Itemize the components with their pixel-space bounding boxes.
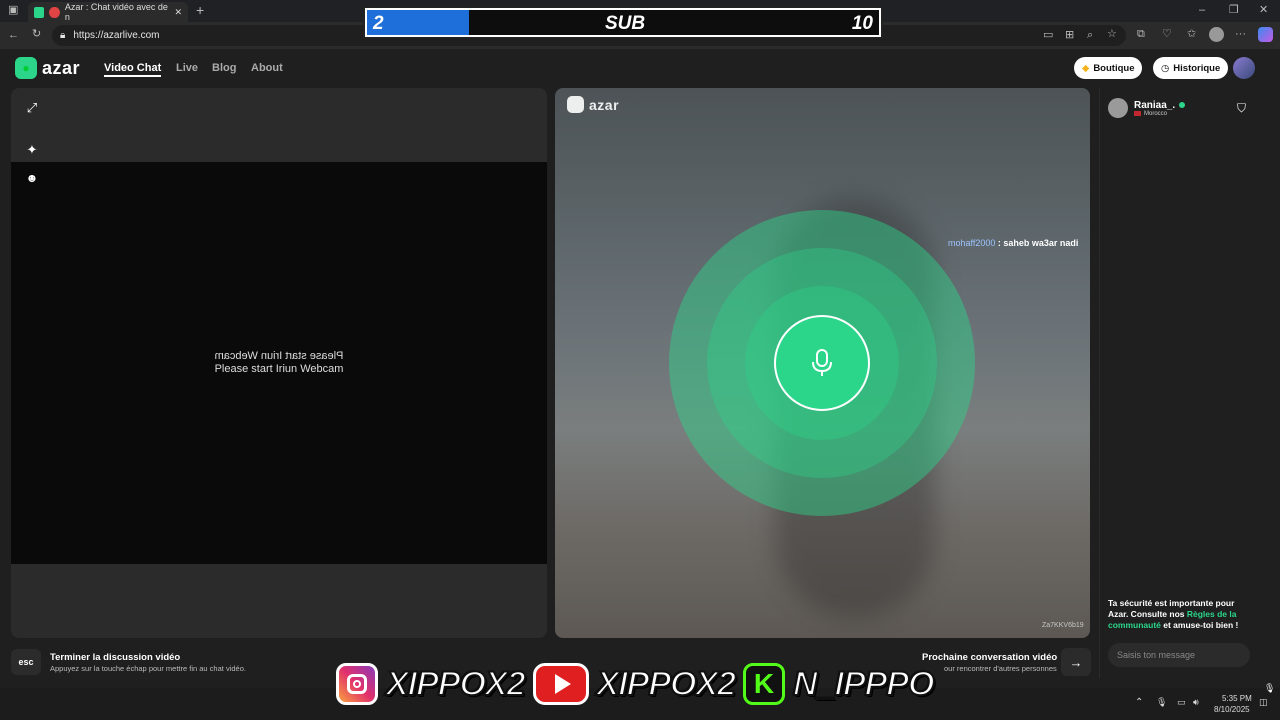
- new-tab-icon[interactable]: +: [196, 3, 204, 17]
- sub-label: SUB: [605, 13, 646, 34]
- close-window-icon[interactable]: ✕: [1259, 5, 1268, 16]
- chat-panel: Raniaa_. Morocco ⛉ Ta sécurité est impor…: [1099, 88, 1259, 678]
- favorite-star-icon[interactable]: ☆: [1107, 29, 1117, 40]
- azar-favicon-icon: [34, 6, 45, 18]
- profile-icon[interactable]: [1209, 27, 1224, 42]
- partner-avatar: [1108, 98, 1128, 118]
- arrow-right-icon: →: [1069, 654, 1083, 670]
- safety-notice: Ta sécurité est importante pour Azar. Co…: [1108, 598, 1254, 631]
- video-chat-message: mohaff2000 : saheb wa3ar nadi: [948, 238, 1078, 248]
- extensions-icon[interactable]: ⧉: [1137, 29, 1145, 40]
- boutique-button[interactable]: ◆ Boutique: [1074, 57, 1143, 79]
- online-status-icon: [1179, 102, 1186, 108]
- logo-text: azar: [42, 57, 81, 78]
- streamer-social-banner: XIPPOX2 XIPPOX2 K N_IPPPO: [336, 660, 935, 708]
- chat-username: mohaff2000: [948, 238, 996, 248]
- boutique-label: Boutique: [1093, 62, 1135, 74]
- azar-logo-icon: ●: [15, 57, 37, 79]
- url-text: https://azarlive.com: [73, 30, 160, 41]
- sub-goal-overlay: 2 SUB 10: [363, 6, 883, 39]
- clock-date: 8/10/2025: [1214, 705, 1250, 714]
- historique-label: Historique: [1173, 62, 1221, 74]
- azar-watermark-icon: [567, 96, 584, 113]
- message-placeholder: Saisis ton message: [1117, 650, 1196, 660]
- gem-icon: ◆: [1082, 62, 1090, 74]
- next-chat-button[interactable]: →: [1061, 648, 1091, 676]
- youtube-handle: XIPPOX2: [596, 664, 738, 704]
- watermark-text: azar: [589, 96, 620, 113]
- instagram-icon: [336, 663, 378, 705]
- sub-current: 2: [373, 13, 384, 34]
- microphone-button[interactable]: [774, 315, 870, 411]
- chat-message-text: : saheb wa3ar nadi: [997, 238, 1079, 248]
- clock-time: 5:35 PM: [1222, 694, 1252, 703]
- tray-mic-icon[interactable]: 🎙︎: [1156, 697, 1167, 708]
- tab-title: Azar : Chat vidéo avec de n: [64, 2, 168, 22]
- partner-video: azar mohaff2000 : saheb wa3ar nadi Za7KK…: [555, 88, 1090, 638]
- youtube-icon: [532, 663, 589, 705]
- browser-essentials-icon[interactable]: ♡: [1162, 29, 1172, 40]
- camera-indicator-icon[interactable]: ▭: [1043, 30, 1053, 41]
- more-menu-icon[interactable]: ···: [1235, 29, 1246, 40]
- nav-about[interactable]: About: [251, 62, 283, 74]
- next-chat-subtitle: our rencontrer d'autres personnes: [944, 664, 1057, 673]
- partner-country: Morocco: [1144, 110, 1168, 117]
- partner-name: Raniaa_.: [1134, 99, 1176, 111]
- refresh-icon[interactable]: ↻: [32, 29, 41, 40]
- webcam-message-mirrored: Please start Iriun Webcam: [214, 350, 344, 362]
- minimize-icon[interactable]: –: [1199, 5, 1205, 16]
- tray-chevron-icon[interactable]: ⌃: [1135, 697, 1143, 708]
- apps-icon[interactable]: ⊞: [1065, 30, 1074, 41]
- nav-blog[interactable]: Blog: [212, 62, 236, 74]
- message-input[interactable]: Saisis ton message: [1108, 643, 1250, 667]
- azar-logo[interactable]: ● azar: [15, 57, 80, 79]
- session-code: Za7KKV6b19: [1042, 622, 1084, 629]
- window-menu-icon[interactable]: ▣: [8, 5, 18, 16]
- next-chat-title: Prochaine conversation vidéo: [922, 652, 1058, 663]
- maximize-icon[interactable]: ❐: [1229, 5, 1239, 16]
- corner-mic-icon: 🎙︎: [1264, 683, 1276, 693]
- expand-icon[interactable]: ⤢: [20, 96, 44, 120]
- esc-key-badge[interactable]: esc: [11, 649, 41, 675]
- zoom-icon[interactable]: ⌕: [1087, 30, 1093, 41]
- clock-icon: ◷: [1161, 62, 1170, 74]
- kick-letter-icon: K: [753, 668, 775, 699]
- end-chat-title: Terminer la discussion vidéo: [50, 652, 181, 663]
- copilot-icon[interactable]: [1258, 27, 1273, 42]
- favorites-icon[interactable]: ✩: [1187, 29, 1196, 40]
- tray-volume-icon[interactable]: 🔊︎: [1193, 697, 1199, 708]
- microphone-icon: [812, 349, 832, 376]
- safety-text-suffix: et amuse-toi bien !: [1160, 620, 1239, 630]
- tray-network-icon[interactable]: ▭: [1177, 697, 1186, 708]
- historique-button[interactable]: ◷ Historique: [1153, 57, 1229, 79]
- face-filter-icon[interactable]: ☻: [20, 166, 44, 190]
- close-tab-icon[interactable]: ✕: [174, 7, 182, 18]
- sub-goal: 10: [851, 13, 873, 34]
- report-shield-icon[interactable]: ⛉: [1237, 101, 1246, 116]
- end-chat-subtitle: Appuyez sur la touche échap pour mettre …: [50, 664, 246, 673]
- nav-video-chat[interactable]: Video Chat: [104, 62, 162, 77]
- partner-profile[interactable]: Raniaa_. Morocco: [1108, 98, 1186, 118]
- instagram-handle: XIPPOX2: [385, 664, 527, 704]
- site-header: ● azar Video Chat Live Blog About ◆ Bout…: [0, 49, 1280, 87]
- kick-handle: N_IPPPO: [792, 664, 935, 704]
- notification-icon[interactable]: ◫: [1259, 697, 1268, 708]
- effects-sparkle-icon[interactable]: ✦: [20, 138, 44, 162]
- recording-icon: [49, 6, 60, 18]
- user-avatar[interactable]: [1233, 57, 1255, 79]
- kick-icon: K: [743, 663, 786, 705]
- webcam-message: Please start Iriun Webcam: [214, 363, 344, 375]
- morocco-flag-icon: [1134, 111, 1141, 116]
- video-watermark: azar: [567, 96, 619, 113]
- self-camera-panel: ⤢ ✦ ☻ Please start Iriun Webcam Please s…: [11, 88, 547, 638]
- site-info-icon[interactable]: 🔒︎: [60, 30, 65, 41]
- browser-tab[interactable]: Azar : Chat vidéo avec de n ✕: [28, 2, 188, 22]
- nav-live[interactable]: Live: [176, 62, 198, 74]
- back-icon[interactable]: ←: [8, 30, 19, 41]
